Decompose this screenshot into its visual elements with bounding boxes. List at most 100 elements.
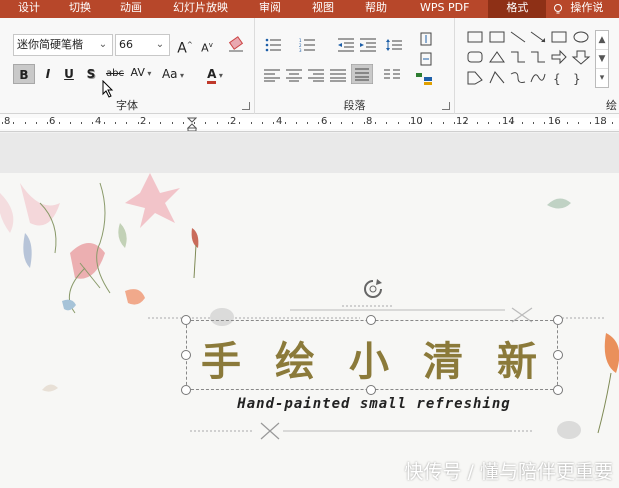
underline-button[interactable]: U <box>60 64 78 84</box>
ruler-tick <box>115 122 116 124</box>
title-char: 新 <box>497 338 545 385</box>
font-size-value: 66 <box>119 38 133 51</box>
align-right-icon[interactable] <box>307 68 325 82</box>
chevron-up-icon[interactable]: ▲ <box>596 31 608 50</box>
clear-formatting-icon[interactable] <box>226 36 246 54</box>
menu-review[interactable]: 审阅 <box>239 0 292 18</box>
ruler-number: 4 <box>95 116 102 127</box>
menu-design[interactable]: 设计 <box>0 0 51 18</box>
svg-text:3: 3 <box>299 48 302 52</box>
horizontal-ruler[interactable]: 864224681012141618 <box>0 114 619 132</box>
flower-decoration-right <box>597 333 619 434</box>
ruler-tick <box>398 122 399 124</box>
font-name-value: 迷你简硬笔楷 <box>17 38 83 51</box>
resize-handle-bl[interactable] <box>181 385 191 395</box>
dialog-launcher-icon[interactable] <box>242 102 250 110</box>
font-group: 迷你简硬笔楷 ⌄ 66 ⌄ A^ Av B I U S abc AV ▾ Aa … <box>0 18 255 114</box>
ruler-number: 2 <box>230 116 237 127</box>
justify-icon[interactable] <box>329 68 347 82</box>
shrink-font-button[interactable]: Av <box>198 35 216 55</box>
ruler-tick <box>420 122 421 124</box>
ruler-tick <box>262 122 263 124</box>
ruler-tick <box>2 122 3 124</box>
menu-format[interactable]: 格式 <box>488 0 547 18</box>
ruler-tick <box>126 122 127 124</box>
chevron-down-icon[interactable]: ▼ <box>596 50 608 69</box>
ruler-tick <box>544 122 545 124</box>
ruler-tick <box>477 122 478 124</box>
shapes-scroll[interactable]: ▲ ▼ ▾ <box>595 30 609 88</box>
ruler-track: 864224681012141618 <box>0 116 619 129</box>
ruler-tick <box>160 122 161 124</box>
ruler-tick <box>454 122 455 124</box>
distributed-icon[interactable] <box>351 64 373 84</box>
font-name-select[interactable]: 迷你简硬笔楷 ⌄ <box>13 34 113 56</box>
grow-font-button[interactable]: A^ <box>176 35 194 57</box>
bold-button[interactable]: B <box>13 64 35 84</box>
increase-indent-icon[interactable] <box>359 38 377 52</box>
ruler-tick <box>352 122 353 124</box>
resize-handle-ml[interactable] <box>181 350 191 360</box>
menu-tell-me[interactable]: 操作说 <box>568 0 614 18</box>
numbering-icon[interactable]: 123 <box>299 38 317 52</box>
font-color-button[interactable]: A ▾ <box>200 64 230 84</box>
ruler-number: 6 <box>321 116 328 127</box>
ruler-tick <box>36 122 37 124</box>
bullets-icon[interactable] <box>265 38 283 52</box>
lightbulb-icon[interactable] <box>552 3 564 15</box>
change-case-button[interactable]: Aa ▾ <box>158 64 188 84</box>
dialog-launcher-icon[interactable] <box>442 102 450 110</box>
menu-help[interactable]: 帮助 <box>345 0 398 18</box>
menu-animations[interactable]: 动画 <box>102 0 153 18</box>
ruler-tick <box>341 122 342 124</box>
resize-handle-bm[interactable] <box>366 385 376 395</box>
menu-slideshow[interactable]: 幻灯片放映 <box>153 0 239 18</box>
svg-text:}: } <box>573 72 581 86</box>
drawing-group-label: 绘 <box>606 99 617 112</box>
ruler-tick <box>70 122 71 124</box>
chevron-down-icon: ⌄ <box>98 39 108 50</box>
ruler-tick <box>307 122 308 124</box>
title-char: 小 <box>349 338 397 385</box>
ruler-tick <box>364 122 365 124</box>
character-spacing-button[interactable]: AV ▾ <box>128 63 154 83</box>
resize-handle-br[interactable] <box>553 385 563 395</box>
slide-title[interactable]: 手 绘 小 清 新 <box>188 326 558 390</box>
resize-handle-tl[interactable] <box>181 315 191 325</box>
indent-marker-icon[interactable] <box>187 117 197 131</box>
title-char: 手 <box>201 338 249 385</box>
ruler-tick <box>511 122 512 124</box>
shadow-button[interactable]: S <box>82 64 100 84</box>
resize-handle-tm[interactable] <box>366 315 376 325</box>
menu-transitions[interactable]: 切换 <box>51 0 102 18</box>
ruler-tick <box>533 122 534 124</box>
ruler-tick <box>409 122 410 124</box>
align-left-icon[interactable] <box>263 68 281 82</box>
align-text-icon[interactable] <box>417 52 435 66</box>
ruler-number: 2 <box>140 116 147 127</box>
watermark-text: 快传号 / 懂与陪伴更重要 <box>404 461 613 483</box>
ruler-tick <box>25 122 26 124</box>
italic-button[interactable]: I <box>39 64 57 84</box>
more-icon[interactable]: ▾ <box>596 69 608 87</box>
align-center-icon[interactable] <box>285 68 303 82</box>
resize-handle-tr[interactable] <box>553 315 563 325</box>
ruler-number: 8 <box>4 116 11 127</box>
menu-view[interactable]: 视图 <box>292 0 345 18</box>
decrease-indent-icon[interactable] <box>337 38 355 52</box>
smartart-icon[interactable] <box>415 72 433 86</box>
ruler-tick <box>81 122 82 124</box>
resize-handle-mr[interactable] <box>553 350 563 360</box>
ruler-tick <box>386 122 387 124</box>
line-spacing-icon[interactable] <box>385 38 403 52</box>
ruler-tick <box>601 122 602 124</box>
columns-icon[interactable] <box>383 68 401 82</box>
rotate-handle-icon[interactable] <box>362 278 384 300</box>
ruler-tick <box>556 122 557 124</box>
slide-subtitle[interactable]: Hand-painted small refreshing <box>190 396 558 412</box>
ruler-number: 16 <box>548 116 561 127</box>
shapes-gallery[interactable]: { } <box>465 28 593 90</box>
text-direction-icon[interactable] <box>417 32 435 46</box>
menu-wps-pdf[interactable]: WPS PDF <box>398 0 480 18</box>
font-size-select[interactable]: 66 ⌄ <box>115 34 170 56</box>
